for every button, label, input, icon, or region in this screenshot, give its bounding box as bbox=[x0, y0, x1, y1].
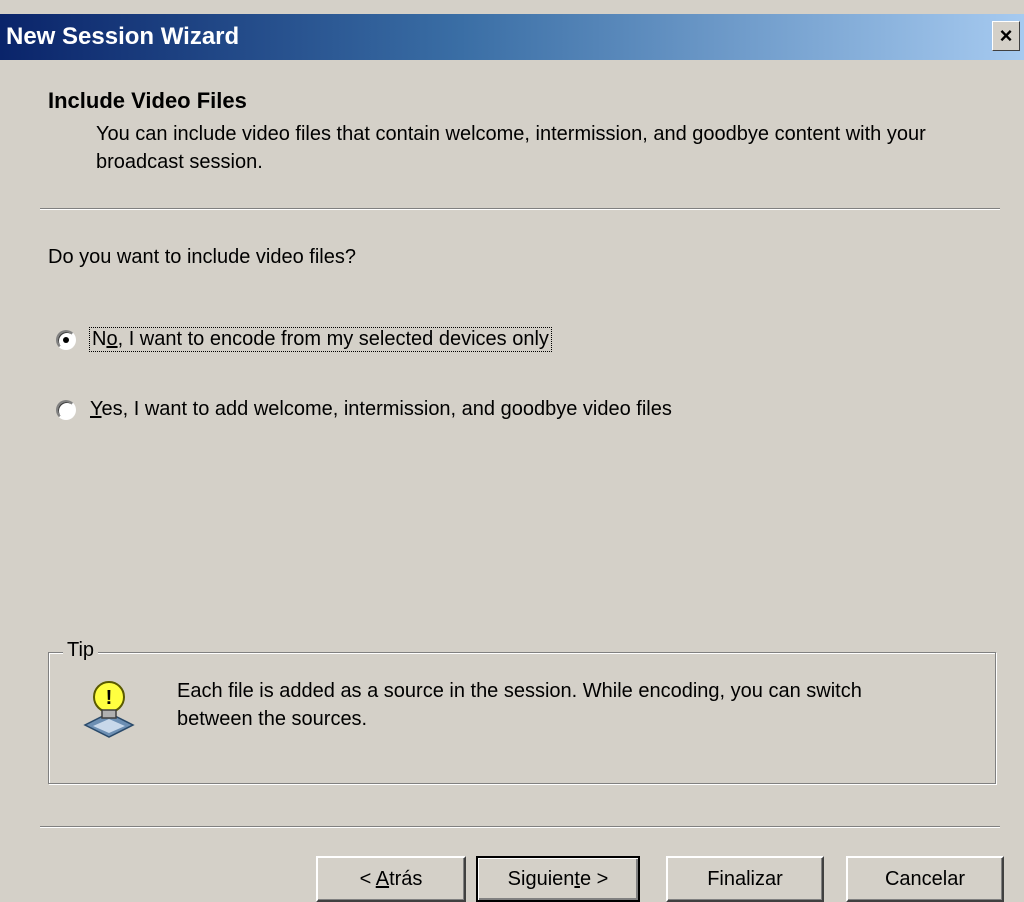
next-button[interactable]: Siguiente > bbox=[476, 856, 640, 902]
finish-button[interactable]: Finalizar bbox=[666, 856, 824, 902]
tip-legend: Tip bbox=[63, 639, 99, 662]
page-title: Include Video Files bbox=[48, 88, 247, 113]
option-no-label[interactable]: No, I want to encode from my selected de… bbox=[89, 327, 552, 352]
close-icon: × bbox=[999, 23, 1013, 48]
option-yes-radio[interactable]: Yes, I want to add welcome, intermission… bbox=[56, 398, 672, 421]
window-title: New Session Wizard bbox=[6, 23, 240, 50]
header-divider bbox=[40, 208, 1000, 210]
option-no-radio[interactable]: No, I want to encode from my selected de… bbox=[56, 327, 552, 352]
page-description: You can include video files that contain… bbox=[96, 123, 926, 173]
tip-group: Tip ! Each file is added as a source in … bbox=[48, 639, 996, 784]
radio-button-unselected[interactable] bbox=[56, 399, 76, 420]
radio-button-selected[interactable] bbox=[56, 329, 76, 350]
footer-divider bbox=[40, 826, 1000, 828]
cancel-button[interactable]: Cancelar bbox=[846, 856, 1004, 902]
wizard-header: Include Video Files You can include vide… bbox=[0, 60, 1024, 210]
svg-text:!: ! bbox=[106, 687, 113, 709]
tip-text: Each file is added as a source in the se… bbox=[177, 680, 862, 730]
close-button[interactable]: × bbox=[992, 21, 1020, 51]
question-label: Do you want to include video files? bbox=[48, 246, 356, 268]
lightbulb-icon: ! bbox=[83, 681, 135, 738]
option-yes-label[interactable]: Yes, I want to add welcome, intermission… bbox=[90, 398, 672, 421]
back-button[interactable]: < Atrás bbox=[316, 856, 466, 902]
title-bar: New Session Wizard × bbox=[0, 14, 1024, 60]
